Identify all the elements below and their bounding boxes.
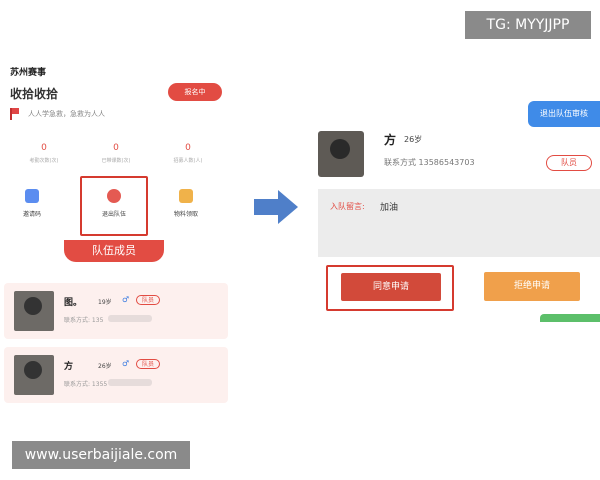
material-icon bbox=[179, 189, 193, 203]
avatar bbox=[14, 355, 54, 395]
arrow-head bbox=[278, 190, 298, 224]
flag-icon bbox=[10, 108, 20, 120]
stat-attendance: 0 考勤次数(次) bbox=[6, 143, 82, 164]
tool-label: 邀请码 bbox=[22, 211, 41, 218]
male-icon: ♂ bbox=[122, 359, 130, 368]
qr-code-icon bbox=[25, 189, 39, 203]
avatar bbox=[14, 291, 54, 331]
invite-code-button[interactable]: 邀请码 bbox=[2, 183, 62, 231]
member-age: 26岁 bbox=[404, 135, 423, 144]
stat-classes: 0 已带课数(次) bbox=[78, 143, 154, 164]
team-members-tab[interactable]: 队伍成员 bbox=[64, 240, 164, 262]
material-pickup-button[interactable]: 物料领取 bbox=[156, 183, 216, 231]
member-name: 方 bbox=[384, 133, 397, 147]
member-name: 方 bbox=[64, 362, 74, 372]
exit-review-button[interactable]: 退出队伍审核 bbox=[528, 101, 600, 127]
stat-label: 考勤次数(次) bbox=[29, 158, 59, 164]
member-contact: 联系方式: 1355 bbox=[64, 381, 108, 388]
event-title: 苏州赛事 bbox=[10, 68, 47, 78]
member-age: 26岁 bbox=[98, 363, 112, 370]
role-badge: 队员 bbox=[136, 359, 161, 369]
stat-value: 0 bbox=[41, 143, 47, 153]
male-icon: ♂ bbox=[122, 295, 130, 304]
apply-status-button[interactable]: 报名中 bbox=[168, 83, 222, 101]
blurred-phone bbox=[108, 315, 152, 322]
website-watermark: www.userbaijiale.com bbox=[12, 441, 190, 469]
green-tab bbox=[540, 314, 600, 322]
tool-label: 物料领取 bbox=[173, 211, 198, 218]
exit-review-screen: 退出队伍审核 方 26岁 联系方式 13586543703 队员 入队留言: 加… bbox=[308, 95, 600, 325]
telegram-watermark: TG: MYYJJPP bbox=[465, 11, 591, 39]
message-label: 入队留言: bbox=[330, 202, 365, 211]
team-slogan: 人人学急救，急救为人人 bbox=[28, 110, 105, 118]
member-contact: 联系方式 13586543703 bbox=[384, 158, 475, 167]
team-name: 收拾收拾 bbox=[10, 87, 59, 101]
join-message-box: 入队留言: 加油 bbox=[318, 189, 600, 257]
highlight-box bbox=[80, 176, 148, 236]
arrow-right-icon bbox=[254, 199, 278, 215]
team-detail-screen: 苏州赛事 收拾收拾 报名中 人人学急救，急救为人人 0 考勤次数(次) 0 已带… bbox=[0, 55, 232, 410]
stat-value: 0 bbox=[113, 143, 119, 153]
member-contact: 联系方式: 135 bbox=[64, 317, 104, 324]
stat-recruits: 0 招募人数(人) bbox=[150, 143, 226, 164]
avatar bbox=[318, 131, 364, 177]
stat-value: 0 bbox=[185, 143, 191, 153]
role-badge: 队员 bbox=[546, 155, 592, 171]
role-badge: 队员 bbox=[136, 295, 161, 305]
blurred-phone bbox=[108, 379, 152, 386]
highlight-box bbox=[326, 265, 454, 311]
message-value: 加油 bbox=[380, 203, 399, 213]
member-card[interactable]: 方 26岁 ♂ 队员 联系方式: 1355 bbox=[4, 347, 228, 403]
reject-button[interactable]: 拒绝申请 bbox=[484, 272, 580, 301]
member-card[interactable]: 图。 19岁 ♂ 队员 联系方式: 135 bbox=[4, 283, 228, 339]
stat-label: 已带课数(次) bbox=[101, 158, 131, 164]
stat-label: 招募人数(人) bbox=[173, 158, 203, 164]
member-age: 19岁 bbox=[98, 299, 112, 306]
member-name: 图。 bbox=[64, 298, 83, 308]
